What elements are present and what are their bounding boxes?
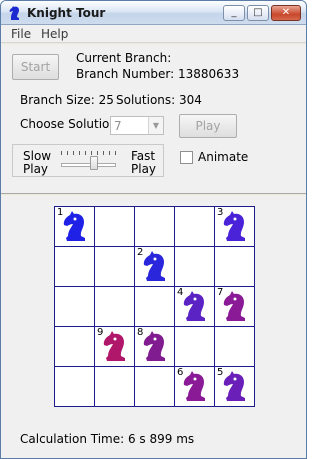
knight-icon	[143, 331, 165, 361]
knight-piece: 4	[175, 287, 215, 327]
move-number: 2	[136, 247, 145, 258]
choose-solution-label: Choose Solution	[20, 117, 118, 131]
animate-label[interactable]: Animate	[198, 150, 248, 164]
knight-piece: 6	[175, 367, 215, 407]
knight-icon	[143, 251, 165, 281]
speed-group: Slow Play Fast Play	[12, 144, 164, 177]
menu-bar: File Help	[1, 25, 306, 43]
knight-piece: 5	[215, 367, 255, 407]
board-area: 1 3 2 4 7 9 8 6 5 Calculation Time: 6 s 899 ms	[1, 195, 306, 458]
calculation-time: Calculation Time: 6 s 899 ms	[20, 432, 195, 446]
solution-select-value: 7	[114, 119, 122, 133]
move-number: 8	[136, 327, 145, 338]
move-number: 5	[216, 367, 225, 378]
menu-file[interactable]: File	[11, 27, 31, 41]
play-button[interactable]: Play	[179, 114, 237, 138]
maximize-button[interactable]: □	[247, 5, 269, 21]
solution-select[interactable]: 7 ▼	[110, 116, 164, 135]
knight-tour-window: Knight Tour _ □ ✕ File Help Start Curren…	[0, 0, 307, 459]
start-button[interactable]: Start	[12, 54, 59, 80]
solutions-label: Solutions: 304	[116, 93, 202, 107]
branch-size-label: Branch Size: 25	[20, 93, 114, 107]
fast-label-line2: Play	[131, 162, 157, 176]
minimize-button[interactable]: _	[223, 5, 245, 21]
close-button[interactable]: ✕	[271, 5, 301, 21]
window-title: Knight Tour	[27, 6, 106, 20]
speed-slider-track[interactable]	[61, 163, 116, 167]
move-number: 4	[176, 287, 185, 298]
fast-label-line1: Fast	[131, 149, 156, 163]
knight-icon	[223, 211, 245, 241]
speed-slider-thumb[interactable]	[90, 156, 98, 170]
knight-piece: 2	[135, 247, 175, 287]
move-number: 9	[96, 327, 105, 338]
knight-icon	[183, 291, 205, 321]
control-panel: Start Current Branch: Branch Number: 138…	[1, 44, 306, 194]
move-number: 1	[56, 207, 65, 218]
move-number: 6	[176, 367, 185, 378]
knight-app-icon	[9, 6, 19, 20]
move-number: 3	[216, 207, 225, 218]
title-bar: Knight Tour _ □ ✕	[1, 1, 306, 25]
knight-icon	[223, 291, 245, 321]
knight-piece: 9	[95, 327, 135, 367]
knight-piece: 1	[55, 207, 95, 247]
slider-ticks	[61, 151, 119, 155]
knight-piece: 8	[135, 327, 175, 367]
animate-checkbox[interactable]	[180, 151, 193, 164]
slow-label-line1: Slow	[23, 149, 52, 163]
move-number: 7	[216, 287, 225, 298]
chess-board: 1 3 2 4 7 9 8 6 5	[54, 206, 255, 407]
knight-piece: 3	[215, 207, 255, 247]
branch-number-label: Branch Number: 13880633	[76, 67, 240, 81]
knight-icon	[223, 371, 245, 401]
knight-piece: 7	[215, 287, 255, 327]
slow-label-line2: Play	[23, 162, 49, 176]
knight-icon	[103, 331, 125, 361]
chevron-down-icon[interactable]: ▼	[148, 117, 163, 134]
current-branch-label: Current Branch:	[76, 51, 172, 65]
knight-icon	[63, 211, 85, 241]
knight-icon	[183, 371, 205, 401]
menu-help[interactable]: Help	[41, 27, 68, 41]
